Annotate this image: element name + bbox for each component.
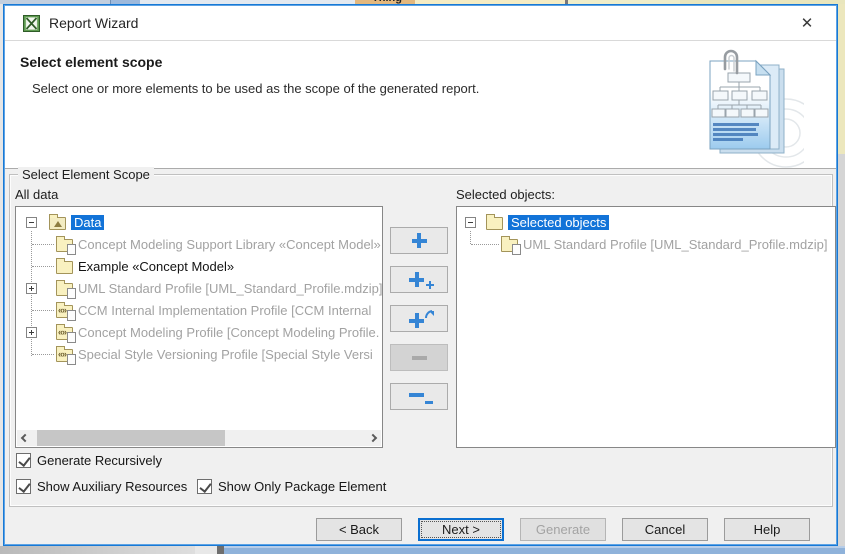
profile-icon: «» bbox=[56, 327, 73, 340]
selected-objects-label: Selected objects: bbox=[456, 187, 555, 202]
collapse-expander-icon[interactable] bbox=[465, 217, 476, 228]
tree-row: Example «Concept Model» bbox=[16, 255, 382, 277]
tree-row: «» CCM Internal Implementation Profile [… bbox=[16, 299, 382, 321]
tree-item-label[interactable]: Data bbox=[71, 215, 104, 230]
back-button[interactable]: < Back bbox=[316, 518, 402, 541]
package-page-icon bbox=[56, 283, 73, 296]
scrollbar-thumb[interactable] bbox=[37, 430, 225, 446]
collapse-expander-icon[interactable] bbox=[26, 217, 37, 228]
expand-expander-icon[interactable] bbox=[26, 327, 37, 338]
tree-item-label[interactable]: UML Standard Profile [UML_Standard_Profi… bbox=[523, 237, 827, 252]
add-all-button[interactable] bbox=[390, 266, 448, 293]
tree-connector-stub bbox=[32, 244, 54, 245]
background-app-right-sliver bbox=[838, 4, 845, 546]
show-only-package-element-checkbox[interactable]: Show Only Package Element bbox=[197, 479, 386, 494]
next-button[interactable]: Next > bbox=[418, 518, 504, 541]
background-app-bottom-sliver bbox=[0, 546, 845, 554]
tree-item-label[interactable]: Example «Concept Model» bbox=[78, 259, 234, 274]
horizontal-scrollbar[interactable] bbox=[17, 430, 381, 446]
checkbox-label: Show Only Package Element bbox=[218, 479, 386, 494]
checkbox-checked-icon[interactable] bbox=[16, 453, 31, 468]
close-icon[interactable]: ✕ bbox=[793, 13, 821, 35]
generate-button: Generate bbox=[520, 518, 606, 541]
profile-icon: «» bbox=[56, 305, 73, 318]
tree-item-label[interactable]: Special Style Versioning Profile [Specia… bbox=[78, 347, 373, 362]
scroll-right-icon[interactable] bbox=[369, 434, 377, 442]
tree-row: «» Concept Modeling Profile [Concept Mod… bbox=[16, 321, 382, 343]
tree-item-label[interactable]: Selected objects bbox=[508, 215, 609, 230]
plus-icon bbox=[412, 233, 427, 248]
tree-item-label[interactable]: Concept Modeling Support Library «Concep… bbox=[78, 237, 381, 252]
tree-item-label[interactable]: CCM Internal Implementation Profile [CCM… bbox=[78, 303, 371, 318]
tree-row-selected-objects: Selected objects bbox=[457, 211, 835, 233]
tree-connector-stub bbox=[471, 244, 499, 245]
package-icon bbox=[56, 261, 73, 274]
plus-plus-icon bbox=[409, 272, 424, 287]
cancel-button[interactable]: Cancel bbox=[622, 518, 708, 541]
page-subtitle: Select one or more elements to be used a… bbox=[32, 81, 479, 96]
page-title: Select element scope bbox=[20, 54, 162, 70]
profile-icon: «» bbox=[56, 349, 73, 362]
tree-item-label[interactable]: UML Standard Profile [UML_Standard_Profi… bbox=[78, 281, 382, 296]
package-page-icon bbox=[56, 239, 73, 252]
tree-connector-stub bbox=[32, 310, 54, 311]
add-button[interactable] bbox=[390, 227, 448, 254]
report-wizard-dialog: Report Wizard ✕ Select element scope Sel… bbox=[3, 4, 838, 546]
add-recursively-button[interactable] bbox=[390, 305, 448, 332]
show-auxiliary-resources-checkbox[interactable]: Show Auxiliary Resources bbox=[16, 479, 187, 494]
checkbox-label: Show Auxiliary Resources bbox=[37, 479, 187, 494]
expand-expander-icon[interactable] bbox=[26, 283, 37, 294]
remove-all-button[interactable] bbox=[390, 383, 448, 410]
report-wizard-icon bbox=[23, 15, 40, 32]
minus-minus-icon bbox=[409, 393, 424, 397]
tree-connector-stub bbox=[32, 354, 54, 355]
package-page-icon bbox=[501, 239, 518, 252]
all-data-label: All data bbox=[15, 187, 58, 202]
dialog-title: Report Wizard bbox=[49, 15, 138, 31]
report-documents-illustration bbox=[698, 47, 804, 169]
generate-recursively-checkbox[interactable]: Generate Recursively bbox=[16, 453, 162, 468]
tree-row: UML Standard Profile [UML_Standard_Profi… bbox=[16, 277, 382, 299]
tree-row: UML Standard Profile [UML_Standard_Profi… bbox=[457, 233, 835, 255]
tree-row-data: Data bbox=[16, 211, 382, 233]
all-data-tree: Data Concept Modeling Support Library «C… bbox=[15, 206, 383, 448]
checkbox-label: Generate Recursively bbox=[37, 453, 162, 468]
model-icon bbox=[49, 217, 66, 230]
wizard-header: Select element scope Select one or more … bbox=[5, 41, 836, 169]
checkbox-checked-icon[interactable] bbox=[197, 479, 212, 494]
help-button[interactable]: Help bbox=[724, 518, 810, 541]
tree-row: Concept Modeling Support Library «Concep… bbox=[16, 233, 382, 255]
tree-connector-stub bbox=[32, 266, 54, 267]
tree-item-label[interactable]: Concept Modeling Profile [Concept Modeli… bbox=[78, 325, 379, 340]
checkbox-checked-icon[interactable] bbox=[16, 479, 31, 494]
group-label: Select Element Scope bbox=[18, 167, 154, 182]
dialog-titlebar[interactable]: Report Wizard ✕ bbox=[5, 6, 836, 41]
scroll-left-icon[interactable] bbox=[21, 434, 29, 442]
minus-icon bbox=[412, 356, 427, 360]
selected-objects-tree: Selected objects UML Standard Profile [U… bbox=[456, 206, 836, 448]
tree-row: «» Special Style Versioning Profile [Spe… bbox=[16, 343, 382, 365]
plus-recursive-icon bbox=[409, 313, 424, 328]
remove-button bbox=[390, 344, 448, 371]
package-icon bbox=[486, 217, 503, 230]
